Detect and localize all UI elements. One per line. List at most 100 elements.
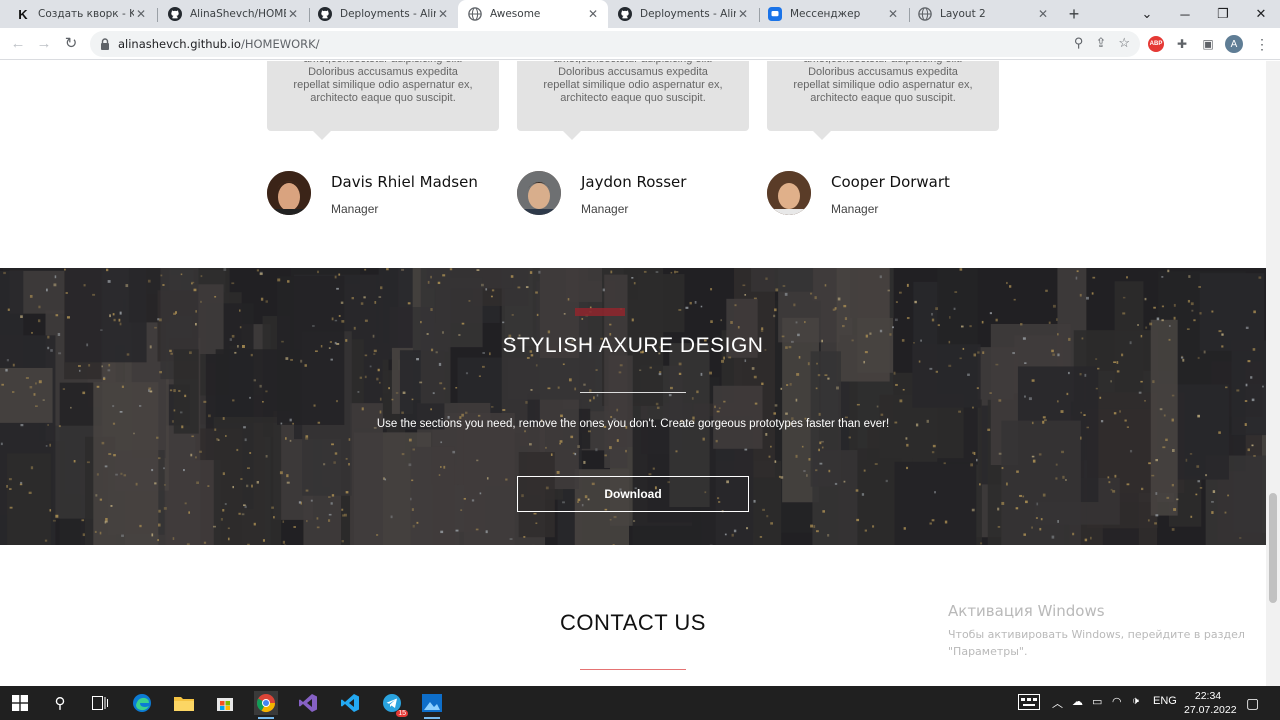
battery-icon[interactable]: ▭	[1092, 695, 1102, 708]
chrome-icon[interactable]	[254, 691, 278, 719]
file-explorer-icon[interactable]	[172, 691, 196, 715]
hero-section: STYLISH AXURE DESIGN Use the sections yo…	[0, 268, 1266, 545]
search-icon[interactable]: ⚲	[48, 691, 72, 715]
store-icon[interactable]	[213, 691, 237, 715]
windows-start-icon[interactable]	[8, 691, 32, 715]
author-role: Manager	[331, 202, 379, 216]
adblock-icon[interactable]: ABP	[1146, 34, 1166, 54]
visual-studio-icon[interactable]	[296, 691, 320, 715]
new-tab-button[interactable]: +	[1064, 4, 1084, 24]
messenger-icon	[768, 7, 782, 21]
globe-icon	[468, 7, 482, 21]
tab-title: Deployments - AlinaShevch	[340, 8, 436, 20]
keyboard-icon[interactable]	[1018, 694, 1040, 713]
tab-awesome[interactable]: Awesome ✕	[458, 0, 608, 28]
author-photo	[767, 171, 811, 215]
clock[interactable]: 22:34 27.07.2022	[1184, 689, 1237, 717]
testimonial-bubble: amet,consectetur adipisicing elit. Dolor…	[517, 61, 749, 140]
photo-app-icon[interactable]	[420, 691, 444, 719]
tab-title: Layout 2	[940, 8, 986, 20]
clock-time: 22:34	[1194, 690, 1222, 702]
hero-divider	[580, 392, 686, 393]
wifi-icon[interactable]: ◠	[1112, 695, 1122, 708]
close-icon[interactable]: ✕	[886, 7, 900, 21]
tab-strip: K Создать кворк - Kwork ✕ AlinaShevch/HO…	[0, 0, 1280, 28]
onedrive-icon[interactable]: ☁	[1072, 695, 1083, 708]
zoom-icon[interactable]: ⚲	[1074, 35, 1084, 51]
tab-title: Deployments - AlinaShevch	[640, 8, 736, 20]
contact-divider	[580, 669, 686, 670]
show-hidden-icons-chevron[interactable]: ︿	[1052, 695, 1063, 711]
lock-icon	[101, 38, 109, 50]
testimonial-bubble: amet,consectetur adipisicing elit. Dolor…	[767, 61, 999, 140]
page-viewport: amet,consectetur adipisicing elit. Dolor…	[0, 61, 1266, 686]
extensions-puzzle-icon[interactable]: ✚	[1172, 34, 1192, 54]
menu-kebab-icon[interactable]: ⋮	[1252, 34, 1272, 54]
telegram-icon[interactable]: 15	[380, 691, 408, 717]
close-icon[interactable]: ✕	[736, 7, 750, 21]
address-bar[interactable]: alinashevch.github.io/HOMEWORK/ ⚲ ⇪ ☆	[90, 31, 1140, 57]
vscode-icon[interactable]	[338, 691, 362, 715]
volume-icon[interactable]: 🕩	[1132, 695, 1139, 708]
author-photo	[267, 171, 311, 215]
author-name: Davis Rhiel Madsen	[331, 173, 478, 191]
testimonial-author: Cooper Dorwart Manager	[767, 171, 1007, 217]
download-button[interactable]: Download	[517, 476, 749, 512]
author-name: Cooper Dorwart	[831, 173, 950, 191]
profile-avatar[interactable]: A	[1224, 34, 1244, 54]
tab-title: Awesome	[490, 8, 541, 20]
author-photo	[517, 171, 561, 215]
tab-title: Мессенджер	[790, 8, 861, 20]
notifications-icon[interactable]: ▢	[1246, 695, 1259, 712]
windows-taskbar: ⚲ 15 ︿ ☁ ▭ ◠ 🕩 ENG 22:34 27.07.2022 ▢	[0, 686, 1280, 720]
browser-toolbar: ← → ↻ alinashevch.github.io/HOMEWORK/ ⚲ …	[0, 28, 1280, 60]
close-icon[interactable]: ✕	[436, 7, 450, 21]
close-icon[interactable]: ✕	[286, 7, 300, 21]
tab-title: AlinaShevch/HOMEWORK	[190, 8, 286, 20]
hero-subtitle: Use the sections you need, remove the on…	[376, 418, 890, 430]
author-role: Manager	[581, 202, 629, 216]
github-icon	[318, 7, 332, 21]
testimonial-author: Jaydon Rosser Manager	[517, 171, 757, 217]
close-icon[interactable]: ✕	[1036, 7, 1050, 21]
close-icon[interactable]: ✕	[134, 7, 148, 21]
windows-activation-watermark: Активация Windows Чтобы активировать Win…	[948, 602, 1248, 660]
share-icon[interactable]: ⇪	[1095, 35, 1106, 51]
clock-date: 27.07.2022	[1184, 704, 1237, 716]
task-view-icon[interactable]	[88, 691, 112, 715]
reload-icon[interactable]: ↻	[61, 34, 81, 54]
side-panel-icon[interactable]: ▣	[1198, 34, 1218, 54]
github-icon	[168, 7, 182, 21]
kwork-icon: K	[18, 6, 28, 22]
tab-kwork[interactable]: K Создать кворк - Kwork ✕	[6, 0, 156, 28]
url-text: alinashevch.github.io/HOMEWORK/	[118, 37, 320, 51]
minimize-button[interactable]: ─	[1166, 0, 1204, 28]
author-role: Manager	[831, 202, 879, 216]
tab-layout-2[interactable]: Layout 2 ✕	[908, 0, 1058, 28]
forward-arrow-icon[interactable]: →	[34, 34, 54, 54]
watermark-text: Чтобы активировать Windows, перейдите в …	[948, 628, 1245, 658]
window-close-button[interactable]: ✕	[1242, 0, 1280, 28]
bookmark-star-icon[interactable]: ☆	[1118, 35, 1130, 51]
hero-title: STYLISH AXURE DESIGN	[502, 334, 764, 357]
testimonial-author: Davis Rhiel Madsen Manager	[267, 171, 507, 217]
tab-deployments-2[interactable]: Deployments - AlinaShevch ✕	[608, 0, 758, 28]
maximize-button[interactable]: ❐	[1204, 0, 1242, 28]
author-name: Jaydon Rosser	[581, 173, 687, 191]
watermark-title: Активация Windows	[948, 602, 1105, 620]
globe-icon	[918, 7, 932, 21]
tab-github-homework[interactable]: AlinaShevch/HOMEWORK ✕	[158, 0, 308, 28]
github-icon	[618, 7, 632, 21]
language-indicator[interactable]: ENG	[1153, 695, 1177, 707]
tab-deployments-1[interactable]: Deployments - AlinaShevch ✕	[308, 0, 458, 28]
edge-icon[interactable]	[130, 691, 154, 715]
tab-title: Создать кворк - Kwork	[38, 8, 134, 20]
page-scrollbar[interactable]	[1266, 61, 1280, 686]
notification-badge: 15	[396, 710, 408, 717]
back-arrow-icon[interactable]: ←	[8, 34, 28, 54]
testimonial-bubble: amet,consectetur adipisicing elit. Dolor…	[267, 61, 499, 140]
tab-messenger[interactable]: Мессенджер ✕	[758, 0, 908, 28]
close-icon[interactable]: ✕	[586, 7, 600, 21]
scrollbar-thumb[interactable]	[1269, 493, 1277, 603]
tab-search-icon[interactable]: ⌄	[1128, 0, 1166, 28]
